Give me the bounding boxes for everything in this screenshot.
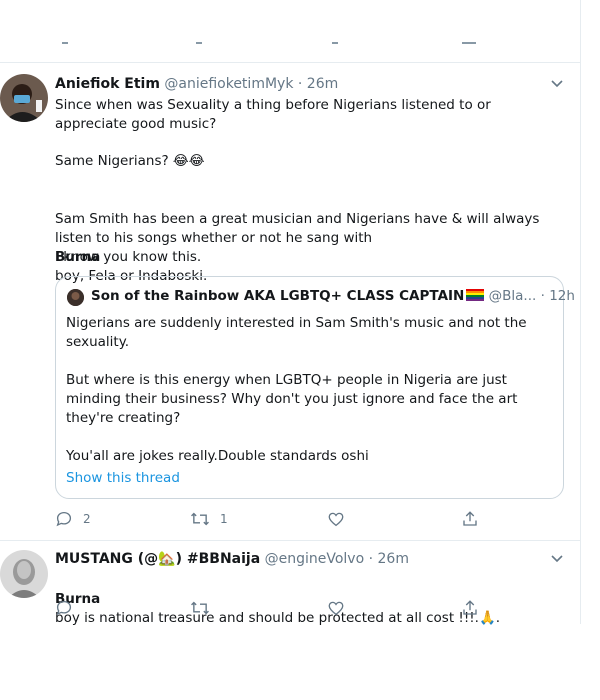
- quote-author-handle: @Bla...: [488, 288, 537, 304]
- retweet-icon: [191, 601, 209, 615]
- tweet-text-4: I know you know this.: [55, 249, 202, 265]
- tweet-header: MUSTANG (@🏡) #BBNaija @engineVolvo · 26m: [55, 551, 409, 567]
- like-button[interactable]: [327, 510, 345, 528]
- avatar[interactable]: [0, 550, 48, 598]
- retweet-icon: [191, 512, 209, 526]
- previous-tweet-actions: [0, 38, 580, 48]
- divider: [0, 62, 580, 63]
- tweet-header: Aniefiok Etim @aniefioketimMyk · 26m: [55, 76, 338, 92]
- reply-button[interactable]: 2: [55, 510, 91, 528]
- tweet-text-2: Same Nigerians? 😂😂: [55, 153, 205, 169]
- like-icon: [328, 601, 344, 616]
- quoted-tweet[interactable]: Son of the Rainbow AKA LGBTQ+ CLASS CAPT…: [55, 276, 575, 499]
- tweet-text-3: Sam Smith has been a great musician and …: [55, 191, 575, 286]
- tweet-text-1: Since when was Sexuality a thing before …: [55, 97, 491, 132]
- author-name[interactable]: Aniefiok Etim: [55, 76, 160, 92]
- tweet-text: Burna boy is national treasure and shoul…: [55, 571, 575, 628]
- rainbow-flag-icon: [466, 289, 485, 301]
- quote-text-1: Nigerians are suddenly interested in Sam…: [66, 315, 527, 350]
- quote-text-2: But where is this energy when LGBTQ+ peo…: [66, 372, 518, 426]
- reply-icon: [56, 511, 72, 527]
- share-button[interactable]: [461, 510, 479, 528]
- quote-text-3: You'all are jokes really.Double standard…: [66, 448, 369, 464]
- retweet-button[interactable]: 1: [190, 510, 228, 528]
- author-name[interactable]: MUSTANG (@🏡) #BBNaija: [55, 551, 260, 567]
- quote-header: Son of the Rainbow AKA LGBTQ+ CLASS CAPT…: [91, 288, 575, 304]
- chevron-down-icon[interactable]: [550, 551, 564, 568]
- retweet-button[interactable]: [190, 599, 210, 617]
- reply-button[interactable]: [55, 599, 73, 617]
- quote-author-name: Son of the Rainbow AKA LGBTQ+ CLASS CAPT…: [91, 288, 465, 304]
- retweet-count: 1: [220, 512, 228, 526]
- divider: [0, 540, 580, 541]
- author-handle[interactable]: @aniefioketimMyk: [164, 76, 293, 92]
- share-button[interactable]: [461, 599, 479, 617]
- author-handle[interactable]: @engineVolvo: [265, 551, 365, 567]
- tweet-text-body: boy is national treasure and should be p…: [55, 610, 501, 626]
- timestamp[interactable]: · 26m: [298, 76, 338, 92]
- chevron-down-icon[interactable]: [550, 76, 564, 93]
- share-icon: [463, 600, 477, 615]
- quote-avatar: [67, 289, 84, 306]
- tweet-text-3a: Sam Smith has been a great musician and …: [55, 211, 540, 246]
- show-thread-link[interactable]: Show this thread: [66, 470, 180, 486]
- timestamp[interactable]: · 26m: [369, 551, 409, 567]
- reply-count: 2: [83, 512, 91, 526]
- reply-icon: [56, 600, 72, 616]
- share-icon: [463, 511, 477, 526]
- avatar[interactable]: [0, 74, 48, 122]
- timeline: Aniefiok Etim @aniefioketimMyk · 26m Sin…: [0, 0, 581, 626]
- like-button[interactable]: [327, 599, 345, 617]
- like-icon: [328, 512, 344, 527]
- quote-timestamp: · 12h: [540, 288, 575, 304]
